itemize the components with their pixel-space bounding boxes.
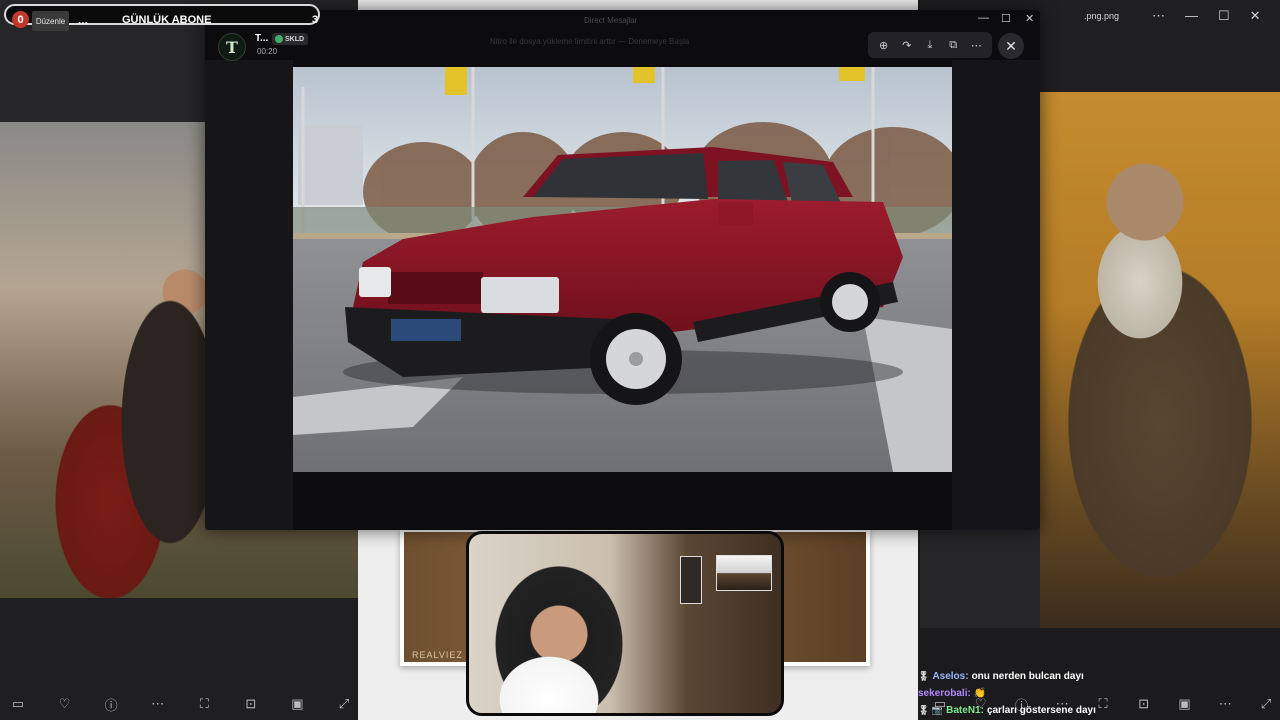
viewer-ghost-sidebar [205,60,293,530]
chat-text: çarları göstersene dayı [986,705,1096,716]
timestamp: 00:20 [257,47,278,56]
webcam-pip [716,555,772,591]
chat-message: sekerobali: 👏 [918,685,1278,702]
slideshow-icon[interactable]: ▣ [285,694,309,714]
server-tag-badge: SKLD [272,33,309,45]
maximize-icon[interactable]: ☐ [1001,12,1011,25]
stream-chat: 🎖 Aselos: onu nerden bulcan dayı sekerob… [918,668,1278,719]
download-icon[interactable]: ⤓ [920,39,940,52]
minimize-icon[interactable]: — [978,12,989,24]
building [298,125,363,205]
chat-username[interactable]: Aselos: [932,671,968,682]
close-icon[interactable]: ✕ [1025,12,1034,25]
close-icon[interactable]: ✕ [1250,8,1261,24]
chat-badge: 🎖 📷 [918,705,944,715]
viewer-action-bar: ⊕ ↷ ⤓ ⧉ ⋯ [868,32,992,58]
info-icon[interactable]: ⓘ [99,694,123,714]
sub-zero-badge: 0 [12,11,29,28]
car-photo [293,67,952,472]
heart-icon[interactable]: ♡ [53,694,77,714]
ghost-banner: Nitro ile dosya yükleme limitini arttır … [490,37,690,46]
more-dots: ... [78,13,89,27]
viewer-ghost-right [952,60,1040,530]
chat-badge: 🎖 [918,671,930,681]
maximize-icon[interactable]: ☐ [1218,8,1230,24]
framed-watermark: REALVIEZ [412,650,463,660]
minimize-icon[interactable]: — [1185,8,1198,24]
left-viewer-toolbar: ▭ ♡ ⓘ ⋯ ⛶ ⊡ ▣ ⤢ [6,690,356,718]
counter-value: 3 [312,14,319,26]
open-external-icon[interactable]: ⧉ [943,39,963,52]
zoom-in-icon[interactable]: ⊕ [874,39,894,52]
sender-name[interactable]: T... [255,33,268,44]
edit-button[interactable]: Düzenle [32,11,69,31]
filmstrip-icon[interactable]: ▭ [6,694,30,714]
server-tag-label: SKLD [285,35,305,43]
forward-icon[interactable]: ↷ [897,39,917,52]
chat-text: onu nerden bulcan dayı [971,671,1084,682]
chat-username[interactable]: sekerobali: [918,688,971,699]
more-icon[interactable]: ⋯ [146,694,170,714]
close-viewer-button[interactable]: ✕ [998,33,1024,59]
webcam-wall-poster [680,556,702,604]
daily-sub-counter: 0 Düzenle ... GÜNLÜK ABONE 3 [4,4,320,31]
chat-message: 🎖 Aselos: onu nerden bulcan dayı [918,668,1278,685]
expand-icon[interactable]: ⤢ [332,694,356,714]
ghost-window-title: Direct Mesajlar [584,16,638,25]
crop-icon[interactable]: ⊡ [239,694,263,714]
more-icon[interactable]: ⋯ [966,39,986,52]
orc-warrior-painting [1040,92,1280,628]
fit-icon[interactable]: ⛶ [192,694,216,714]
chat-message: 🎖 📷 BateN1: çarları göstersene dayı [918,702,1278,719]
right-window-controls: ⋯ — ☐ ✕ [1152,8,1261,24]
tag-dot-icon [275,35,283,43]
right-window-filename: .png.png [1084,11,1120,21]
counter-title: GÜNLÜK ABONE [122,14,212,26]
chat-username[interactable]: BateN1: [946,705,984,716]
avatar[interactable]: T [218,33,246,61]
chat-text: 👏 [973,688,987,699]
more-icon[interactable]: ⋯ [1152,8,1165,24]
